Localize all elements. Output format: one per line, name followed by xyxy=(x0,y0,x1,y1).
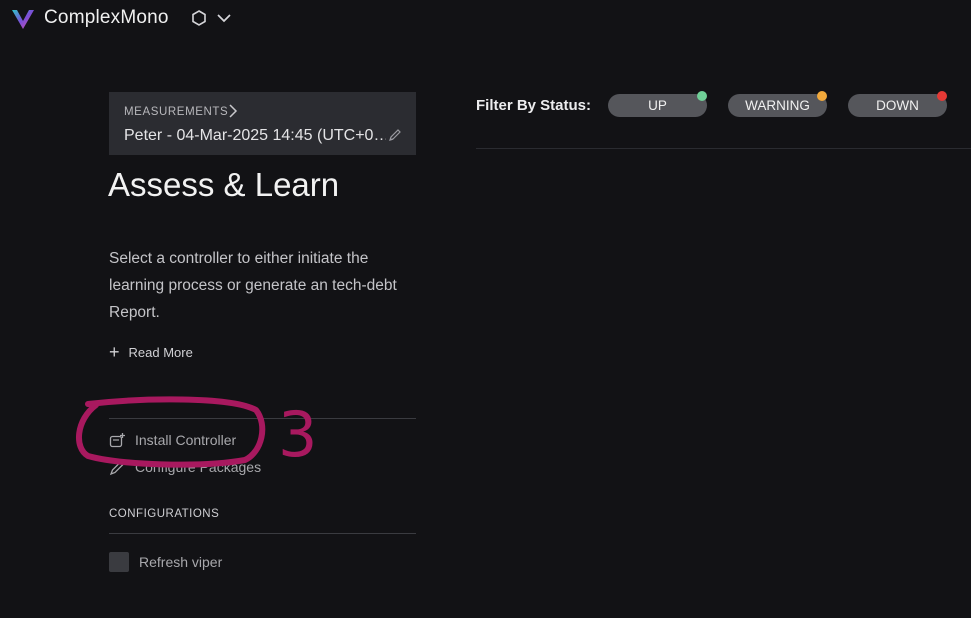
read-more-label: Read More xyxy=(128,344,193,360)
page-description: Select a controller to either initiate t… xyxy=(109,250,397,321)
configure-packages-label: Configure Packages xyxy=(135,459,262,475)
measurement-name: Peter - 04-Mar-2025 14:45 (UTC+0… xyxy=(124,127,386,144)
install-controller-link[interactable]: Install Controller xyxy=(109,430,236,450)
plus-icon: + xyxy=(109,342,120,362)
app-window: ComplexMono MEASUREMENTS Peter - 04-Mar-… xyxy=(0,0,971,618)
status-filter-up[interactable]: UP xyxy=(608,91,707,117)
divider xyxy=(109,533,416,534)
configurations-heading: CONFIGURATIONS xyxy=(109,508,220,520)
add-box-icon xyxy=(109,432,125,447)
brand-logo-icon[interactable] xyxy=(11,8,35,30)
status-filter-down[interactable]: DOWN xyxy=(848,91,947,117)
filter-label: Filter By Status: xyxy=(476,97,592,114)
status-dot xyxy=(697,91,707,101)
read-more-link[interactable]: + Read More xyxy=(109,342,193,362)
chevron-down-icon[interactable] xyxy=(216,11,232,25)
pencil-icon[interactable] xyxy=(388,128,402,142)
annotation-number: 3 xyxy=(278,398,317,471)
status-filter-label: UP xyxy=(648,98,667,113)
breadcrumb: MEASUREMENTS Peter - 04-Mar-2025 14:45 (… xyxy=(109,92,416,155)
status-filter-label: WARNING xyxy=(745,98,810,113)
filter-divider xyxy=(476,148,971,149)
app-title[interactable]: ComplexMono xyxy=(44,7,169,29)
hexagon-icon[interactable] xyxy=(190,9,208,27)
top-bar: ComplexMono xyxy=(0,0,971,38)
refresh-viper-checkbox[interactable] xyxy=(109,552,129,572)
chevron-right-icon[interactable] xyxy=(228,104,238,118)
status-filter-warning[interactable]: WARNING xyxy=(728,91,827,117)
refresh-viper-option: Refresh viper xyxy=(109,552,222,572)
page-title: Assess & Learn xyxy=(108,166,340,203)
install-controller-label: Install Controller xyxy=(135,432,237,448)
pencil-icon xyxy=(109,460,125,475)
divider xyxy=(109,418,416,419)
status-dot xyxy=(937,91,947,101)
breadcrumb-label[interactable]: MEASUREMENTS xyxy=(124,106,228,118)
status-dot xyxy=(817,91,827,101)
refresh-viper-label[interactable]: Refresh viper xyxy=(139,554,222,570)
configure-packages-link[interactable]: Configure Packages xyxy=(109,457,261,477)
status-filter-label: DOWN xyxy=(876,98,919,113)
